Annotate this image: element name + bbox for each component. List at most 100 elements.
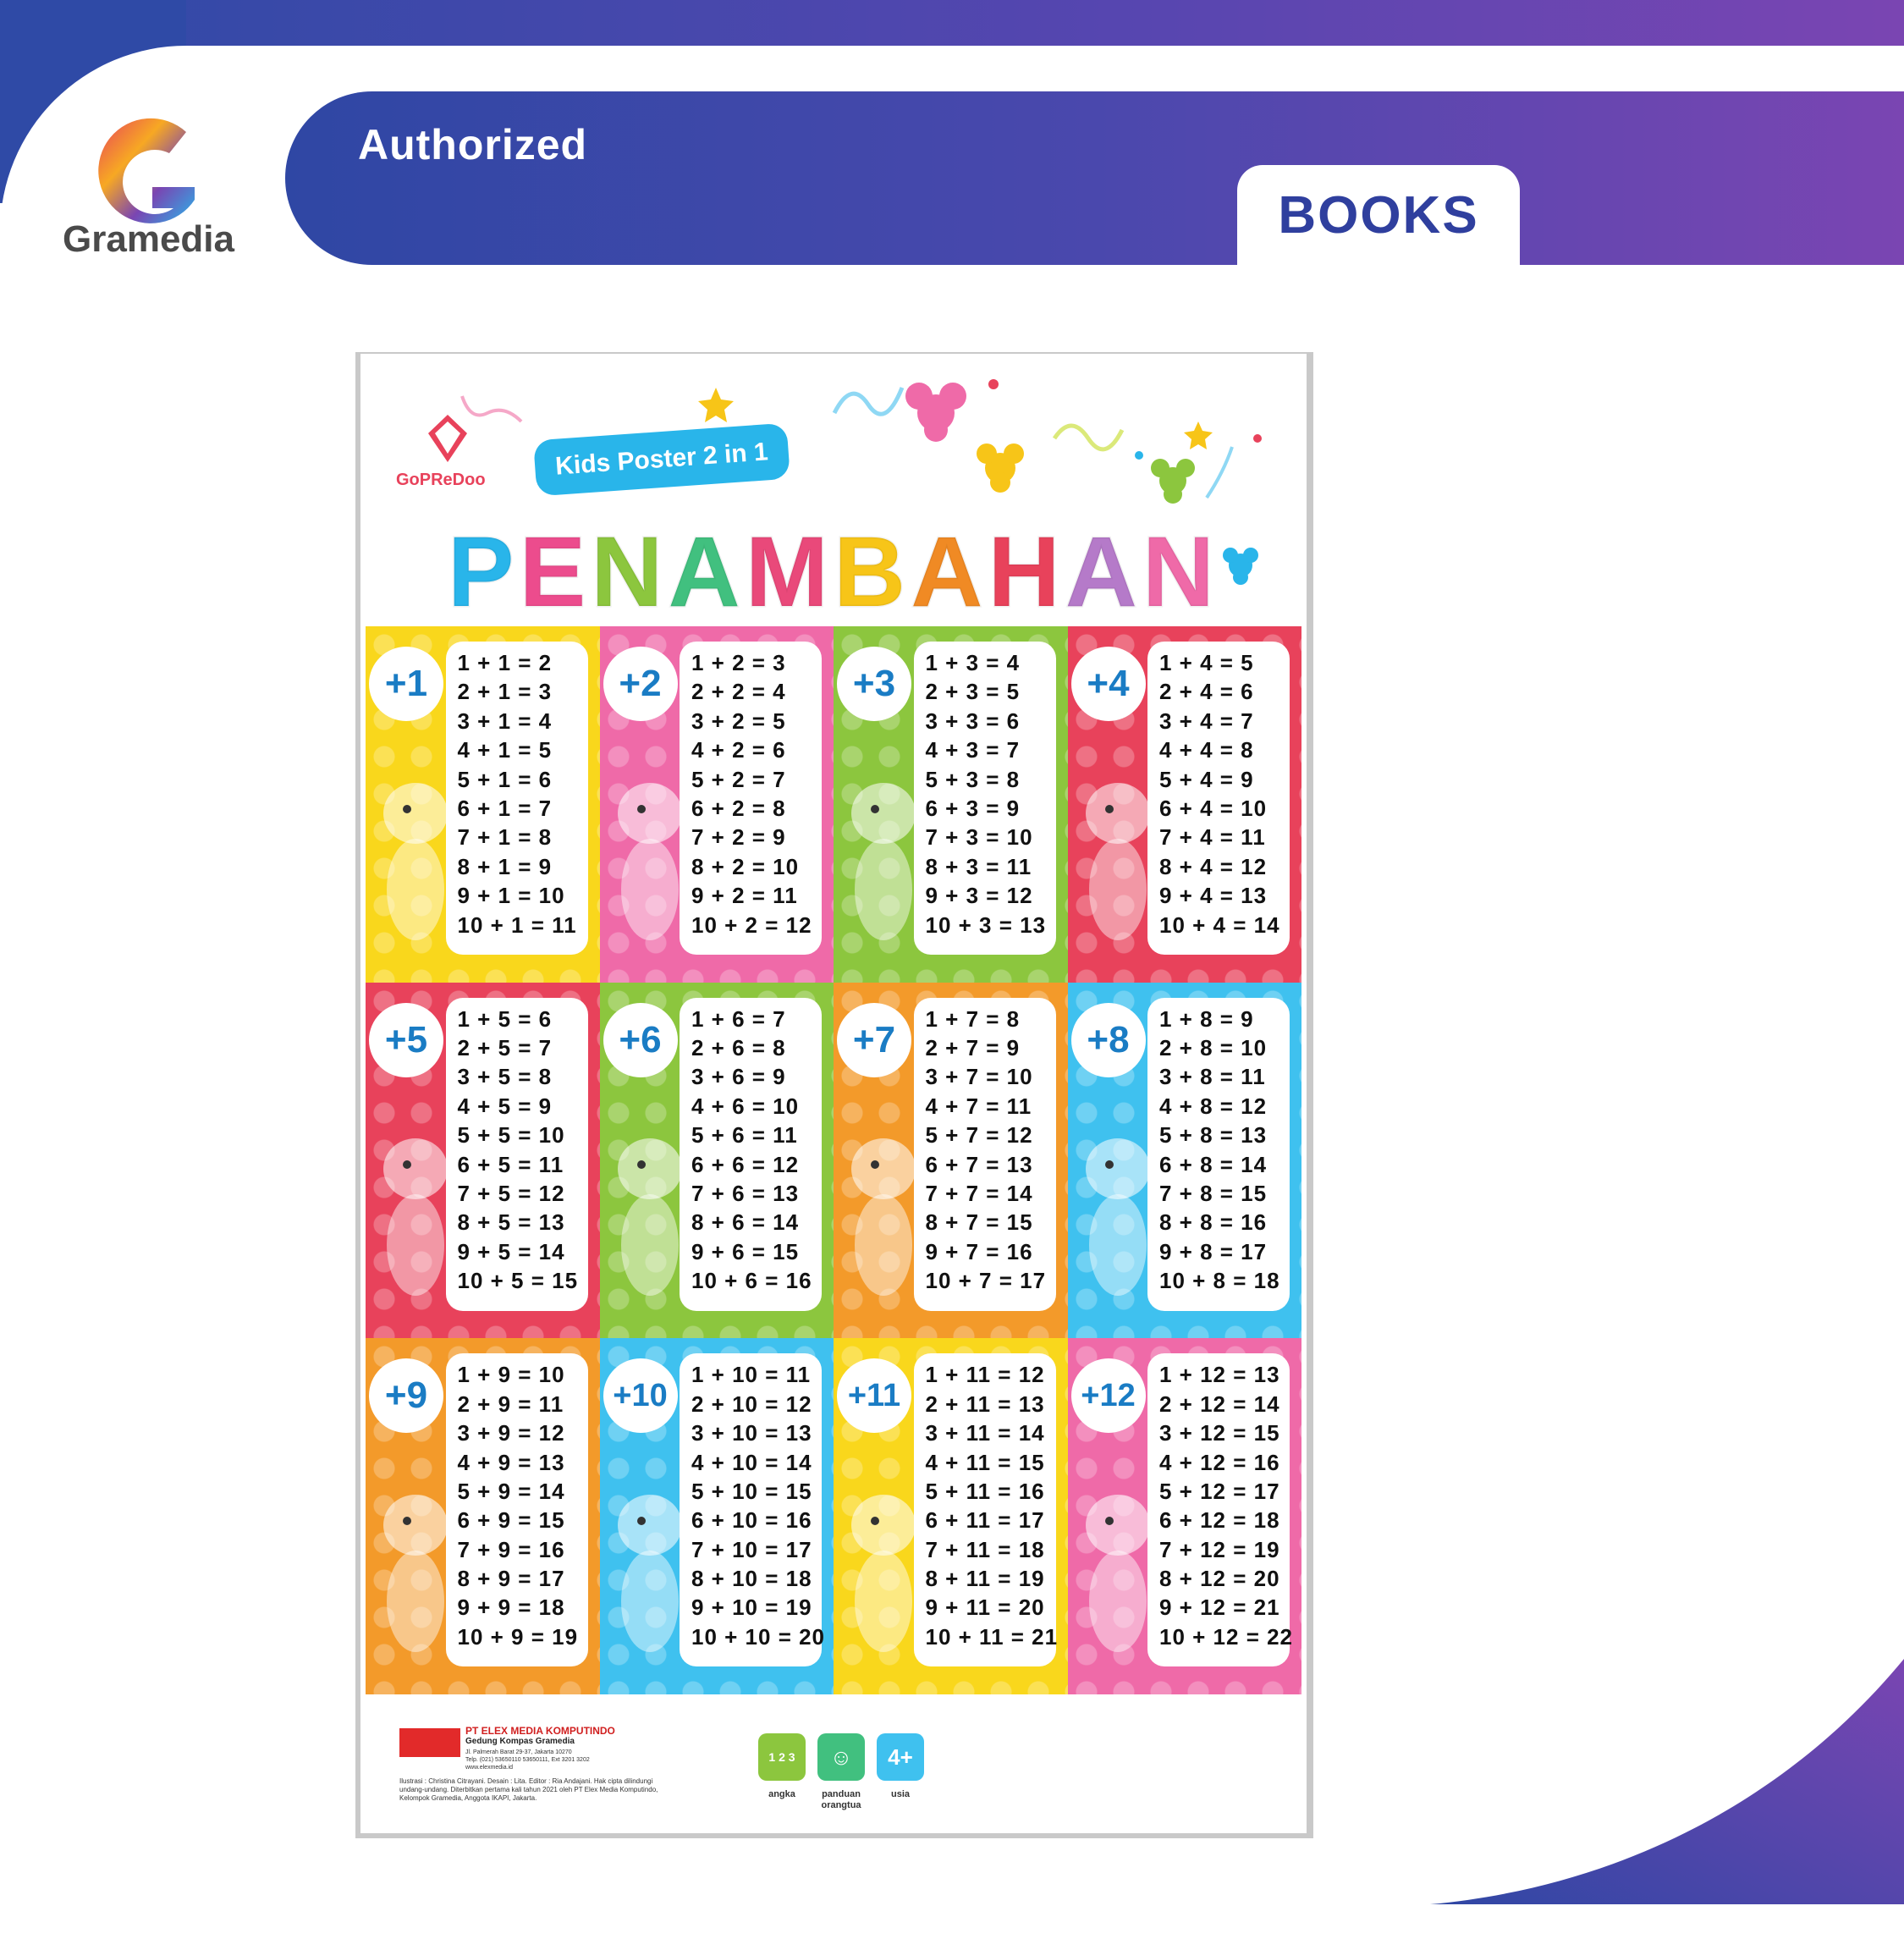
equation-list: 1 + 10 = 11 2 + 10 = 12 3 + 10 = 13 4 + 10 … [680, 1353, 826, 1667]
equation-row: 1 + 11 = 12 [925, 1362, 1045, 1388]
publisher-address: Jl. Palmerah Barat 29-37, Jakarta 10270 … [465, 1749, 660, 1771]
addend-badge: +9 [369, 1358, 443, 1434]
equation-list: 1 + 12 = 13 2 + 12 = 14 3 + 12 = 15 4 + 12 … [1147, 1353, 1292, 1667]
equation-row: 6 + 9 = 15 [457, 1507, 565, 1534]
equation-row: 3 + 1 = 4 [457, 708, 553, 734]
elex-media-logo-icon [399, 1728, 460, 1757]
equation-row: 2 + 7 = 9 [925, 1035, 1021, 1061]
cat-icon [383, 1494, 448, 1652]
equation-row: 6 + 3 = 9 [925, 795, 1021, 821]
poster-title: PENAMBAHAN [360, 515, 1307, 630]
equation-row: 9 + 7 = 16 [925, 1238, 1033, 1264]
equation-row: 10 + 11 = 21 [925, 1623, 1059, 1650]
equation-row: 9 + 1 = 10 [457, 883, 565, 909]
equation-row: 4 + 12 = 16 [1159, 1449, 1280, 1475]
equation-row: 2 + 8 = 10 [1159, 1035, 1268, 1061]
equation-list: 1 + 3 = 4 2 + 3 = 5 3 + 3 = 6 4 + 3 = 7 5 + … [913, 642, 1056, 955]
equation-row: 8 + 10 = 18 [691, 1566, 812, 1592]
equation-row: 9 + 3 = 12 [925, 883, 1033, 909]
giraffe-icon [1085, 782, 1150, 940]
eagle-icon [851, 1494, 916, 1652]
equation-row: 6 + 11 = 17 [925, 1507, 1045, 1534]
equation-row: 9 + 8 = 17 [1159, 1238, 1268, 1264]
addend-badge: +3 [837, 647, 911, 721]
equation-row: 4 + 9 = 13 [457, 1449, 565, 1475]
addition-table-cell: +11 1 + 11 = 12 2 + 11 = 13 3 + 11 = 14 4 + … [834, 1338, 1068, 1694]
equation-row: 8 + 6 = 14 [691, 1209, 800, 1236]
equation-row: 7 + 2 = 9 [691, 824, 786, 851]
equation-row: 1 + 9 = 10 [457, 1362, 565, 1388]
equation-row: 5 + 11 = 16 [925, 1478, 1045, 1504]
equation-row: 8 + 7 = 15 [925, 1209, 1033, 1236]
books-tab[interactable]: BOOKS [1237, 165, 1520, 265]
equation-row: 4 + 10 = 14 [691, 1449, 812, 1475]
publisher-web: www.elexmedia.id [465, 1765, 514, 1771]
equation-row: 5 + 8 = 13 [1159, 1122, 1268, 1149]
equation-row: 5 + 2 = 7 [691, 766, 786, 792]
equation-row: 2 + 12 = 14 [1159, 1391, 1280, 1417]
equation-row: 4 + 4 = 8 [1159, 737, 1254, 763]
fox-icon [617, 1494, 682, 1652]
equation-row: 3 + 5 = 8 [457, 1064, 553, 1090]
addition-table-cell: +6 1 + 6 = 7 2 + 6 = 8 3 + 6 = 9 4 + 6 = 10 5… [599, 982, 834, 1339]
equation-row: 3 + 8 = 11 [1159, 1064, 1266, 1090]
equation-row: 2 + 3 = 5 [925, 679, 1021, 705]
equation-row: 7 + 9 = 16 [457, 1536, 565, 1562]
equation-row: 7 + 8 = 15 [1159, 1181, 1268, 1206]
addend-badge: +4 [1070, 647, 1146, 721]
equation-row: 2 + 11 = 13 [925, 1391, 1045, 1417]
equation-row: 7 + 3 = 10 [925, 824, 1033, 851]
equation-row: 3 + 4 = 7 [1159, 708, 1254, 734]
title-letter: M [744, 515, 834, 630]
equation-row: 2 + 2 = 4 [691, 679, 786, 705]
equation-row: 8 + 1 = 9 [457, 853, 553, 879]
equation-list: 1 + 4 = 5 2 + 4 = 6 3 + 4 = 7 4 + 4 = 8 5 + … [1147, 642, 1290, 955]
footer-icon-label: usia [890, 1789, 910, 1799]
kangaroo-icon [617, 1138, 682, 1297]
addition-table-cell: +3 1 + 3 = 4 2 + 3 = 5 3 + 3 = 6 4 + 3 = 7 5 … [834, 626, 1068, 983]
addend-badge: +10 [603, 1358, 678, 1434]
equation-row: 4 + 5 = 9 [457, 1093, 553, 1119]
equation-row: 3 + 12 = 15 [1159, 1420, 1280, 1446]
title-letter: P [446, 515, 520, 630]
equation-row: 1 + 4 = 5 [1159, 650, 1254, 675]
equation-row: 4 + 6 = 10 [691, 1093, 800, 1119]
rabbit-icon [1085, 1494, 1150, 1652]
equation-row: 8 + 12 = 20 [1159, 1566, 1280, 1592]
equation-row: 7 + 7 = 14 [925, 1181, 1033, 1206]
equation-row: 2 + 9 = 11 [457, 1391, 564, 1417]
equation-row: 4 + 7 = 11 [925, 1093, 1032, 1119]
addend-badge: +6 [603, 1002, 678, 1077]
equation-row: 10 + 9 = 19 [457, 1623, 579, 1650]
equation-row: 10 + 3 = 13 [925, 912, 1047, 938]
equation-row: 4 + 1 = 5 [457, 737, 553, 763]
gramedia-logo-text: Gramedia [63, 218, 234, 260]
equation-row: 9 + 4 = 13 [1159, 883, 1268, 909]
addend-badge: +12 [1070, 1358, 1146, 1434]
equation-row: 8 + 9 = 17 [457, 1566, 565, 1592]
equation-row: 10 + 10 = 20 [691, 1623, 826, 1650]
rhino-icon [617, 782, 682, 940]
zebra-icon [851, 782, 916, 940]
equation-row: 10 + 4 = 14 [1159, 912, 1280, 938]
equation-row: 5 + 1 = 6 [457, 766, 553, 792]
equation-row: 6 + 2 = 8 [691, 795, 786, 821]
gopredoo-kite-icon [428, 415, 467, 462]
equation-row: 2 + 10 = 12 [691, 1391, 812, 1417]
equation-row: 2 + 5 = 7 [457, 1035, 553, 1061]
numbers-icon: 1 2 3 [758, 1733, 806, 1781]
equation-list: 1 + 6 = 7 2 + 6 = 8 3 + 6 = 9 4 + 6 = 10 5 +… [680, 997, 822, 1311]
dog-icon [851, 1138, 916, 1297]
publisher-name: PT ELEX MEDIA KOMPUTINDO [465, 1725, 615, 1737]
title-letter: N [1141, 515, 1220, 630]
equation-row: 5 + 3 = 8 [925, 766, 1021, 792]
equation-row: 1 + 7 = 8 [925, 1005, 1021, 1032]
equation-row: 3 + 2 = 5 [691, 708, 786, 734]
equation-row: 3 + 3 = 6 [925, 708, 1021, 734]
title-letter: H [987, 515, 1065, 630]
equation-row: 1 + 2 = 3 [691, 650, 786, 675]
equation-row: 3 + 6 = 9 [691, 1064, 786, 1090]
equation-row: 6 + 1 = 7 [457, 795, 553, 821]
equation-row: 1 + 6 = 7 [691, 1005, 786, 1032]
gopredoo-brand: GoPReDoo [396, 471, 486, 489]
